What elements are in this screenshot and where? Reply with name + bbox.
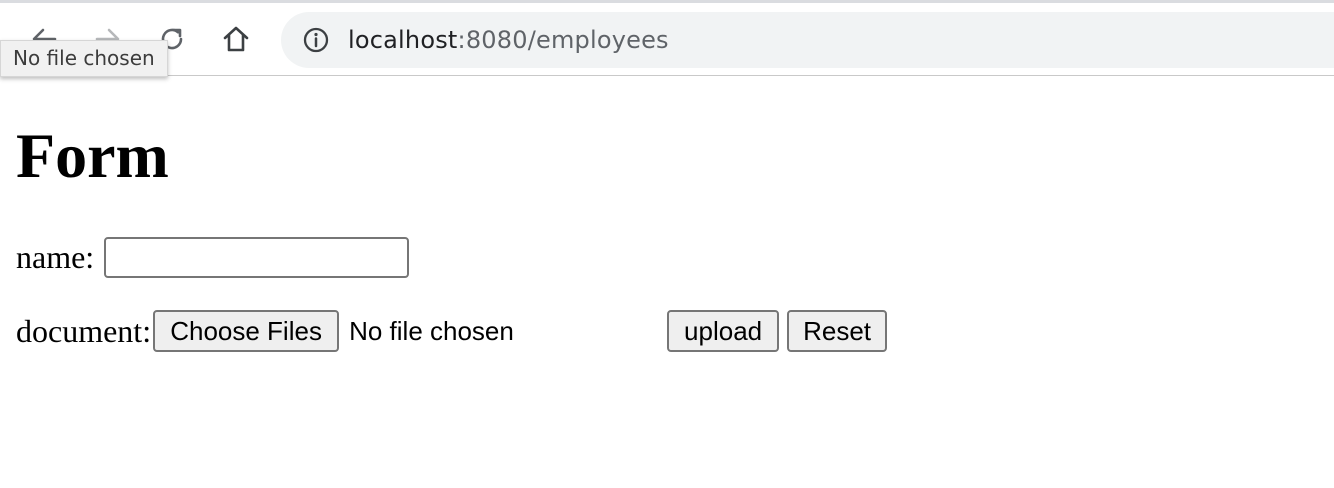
document-label: document: <box>16 313 152 349</box>
page-title: Form <box>16 120 169 191</box>
upload-button[interactable]: upload <box>667 310 780 352</box>
info-icon[interactable] <box>303 27 329 53</box>
url-path: :8080/employees <box>457 26 669 54</box>
home-button[interactable] <box>216 19 256 59</box>
name-row: name: <box>16 236 410 278</box>
home-icon <box>223 26 249 52</box>
document-row: document: Choose Files No file chosen up… <box>16 310 888 352</box>
name-input[interactable] <box>104 236 410 278</box>
file-input-tooltip: No file chosen <box>0 40 168 77</box>
reset-button[interactable]: Reset <box>787 310 888 352</box>
choose-files-button[interactable]: Choose Files <box>153 310 340 352</box>
browser-toolbar: localhost:8080/employees <box>0 0 1334 76</box>
address-bar[interactable]: localhost:8080/employees <box>281 12 1334 68</box>
file-status-text: No file chosen <box>349 316 514 346</box>
url-text[interactable]: localhost:8080/employees <box>348 25 669 55</box>
url-host: localhost <box>348 26 458 54</box>
name-label: name: <box>16 239 95 275</box>
